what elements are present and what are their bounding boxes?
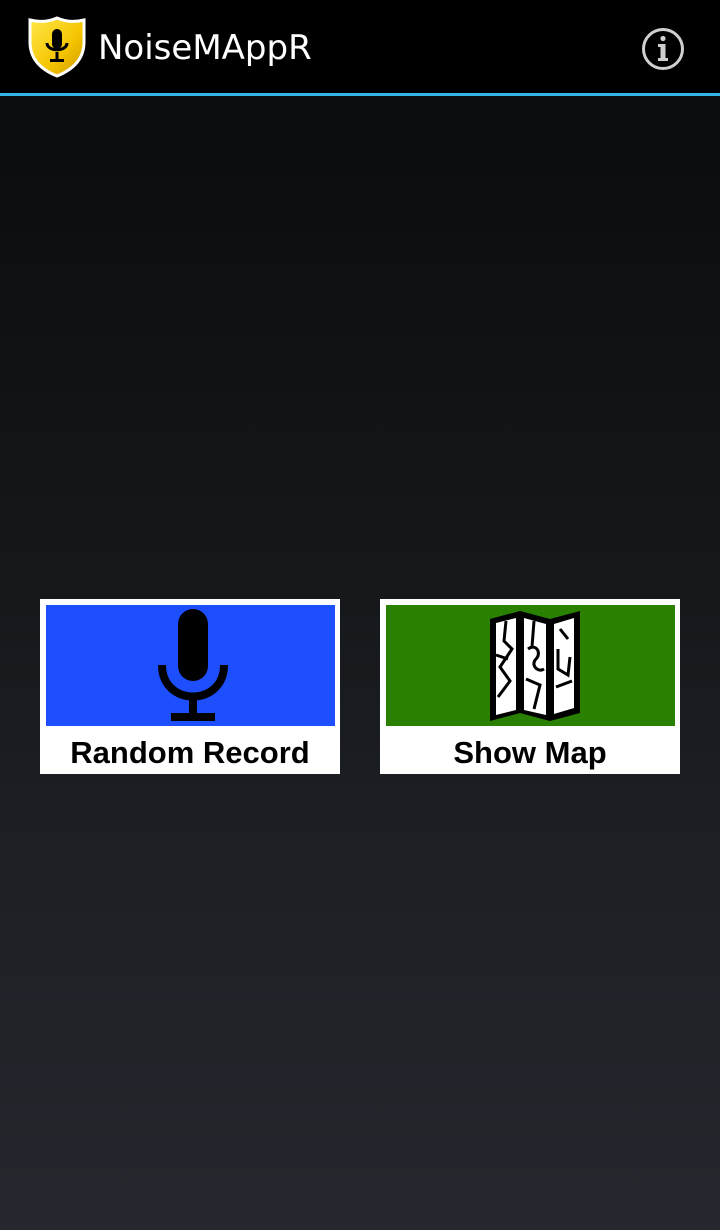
random-record-button[interactable]: Random Record (40, 599, 340, 774)
action-bar: NoiseMAppR (0, 0, 720, 96)
show-map-label: Show Map (453, 735, 607, 770)
app-title: NoiseMAppR (98, 28, 312, 68)
show-map-button[interactable]: Show Map (380, 599, 680, 774)
app-logo-icon[interactable] (26, 16, 88, 78)
info-icon[interactable] (640, 26, 686, 72)
random-record-label: Random Record (70, 735, 310, 770)
random-record-image (46, 605, 335, 726)
show-map-image (386, 605, 675, 726)
folded-map-icon (488, 609, 582, 727)
microphone-icon (156, 609, 230, 727)
